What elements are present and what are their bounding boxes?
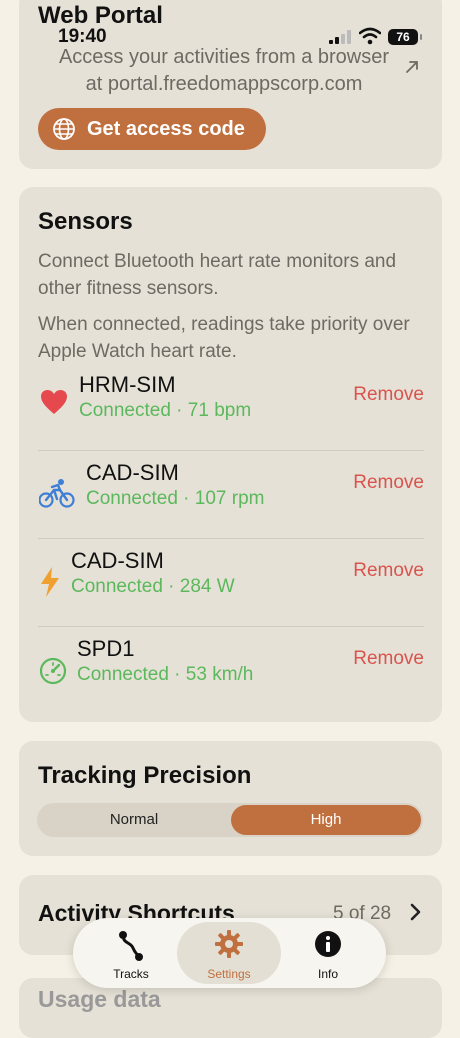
sensor-name: CAD-SIM (71, 548, 164, 573)
sensors-description: Connect Bluetooth heart rate monitors an… (38, 251, 397, 299)
get-access-code-label: Get access code (87, 118, 245, 140)
tab-settings[interactable]: Settings (177, 922, 281, 984)
tab-info[interactable]: Info (276, 922, 380, 984)
sensor-status: Connected · 71 bpm (79, 400, 252, 421)
tab-settings-label: Settings (207, 967, 251, 981)
gear-icon (215, 930, 243, 958)
bolt-icon (41, 567, 59, 597)
tab-tracks-label: Tracks (113, 967, 149, 981)
tracking-precision-title: Tracking Precision (38, 762, 252, 789)
speedometer-icon (39, 657, 67, 685)
sensors-priority-note: When connected, readings take priority o… (38, 314, 410, 362)
wifi-icon (359, 27, 381, 45)
sensor-status: Connected · 284 W (71, 576, 235, 597)
remove-sensor-button[interactable]: Remove (353, 384, 424, 406)
web-portal-description: Access your activities from a browser at… (58, 46, 390, 95)
sensor-status: Connected · 107 rpm (86, 488, 265, 509)
sensor-row: SPD1 Connected · 53 km/h Remove (38, 627, 424, 715)
tab-tracks[interactable]: Tracks (79, 922, 183, 984)
route-icon (119, 931, 143, 961)
sensors-title: Sensors (38, 208, 133, 235)
sensor-row: CAD-SIM Connected · 284 W Remove (38, 539, 424, 627)
status-time: 19:40 (58, 26, 107, 47)
info-icon (315, 931, 341, 957)
globe-icon (53, 118, 75, 140)
sensor-status: Connected · 53 km/h (77, 664, 254, 685)
sensor-row: HRM-SIM Connected · 71 bpm Remove (38, 363, 424, 451)
cellular-signal-icon (329, 30, 351, 44)
tab-info-label: Info (317, 967, 338, 981)
sensor-name: CAD-SIM (86, 460, 179, 485)
precision-segmented-control: Normal High (37, 803, 423, 837)
sensors-card: Sensors Connect Bluetooth heart rate mon… (19, 187, 442, 722)
tracking-precision-card: Tracking Precision Normal High (19, 741, 442, 856)
battery-indicator: 76 (388, 29, 422, 45)
sensor-name: SPD1 (77, 636, 135, 661)
precision-option-high[interactable]: High (231, 805, 421, 835)
external-link-arrow-icon[interactable] (405, 60, 419, 74)
sensor-row: CAD-SIM Connected · 107 rpm Remove (38, 451, 424, 539)
get-access-code-button[interactable]: Get access code (38, 108, 266, 150)
status-bar: 19:40 76 (0, 24, 460, 52)
precision-option-normal[interactable]: Normal (39, 805, 229, 835)
cyclist-icon (39, 479, 75, 508)
remove-sensor-button[interactable]: Remove (353, 648, 424, 670)
remove-sensor-button[interactable]: Remove (353, 472, 424, 494)
chevron-right-icon (410, 903, 421, 921)
heart-icon (41, 390, 67, 414)
sensor-name: HRM-SIM (79, 372, 176, 397)
tab-bar: Tracks Settings Info (73, 918, 386, 988)
remove-sensor-button[interactable]: Remove (353, 560, 424, 582)
